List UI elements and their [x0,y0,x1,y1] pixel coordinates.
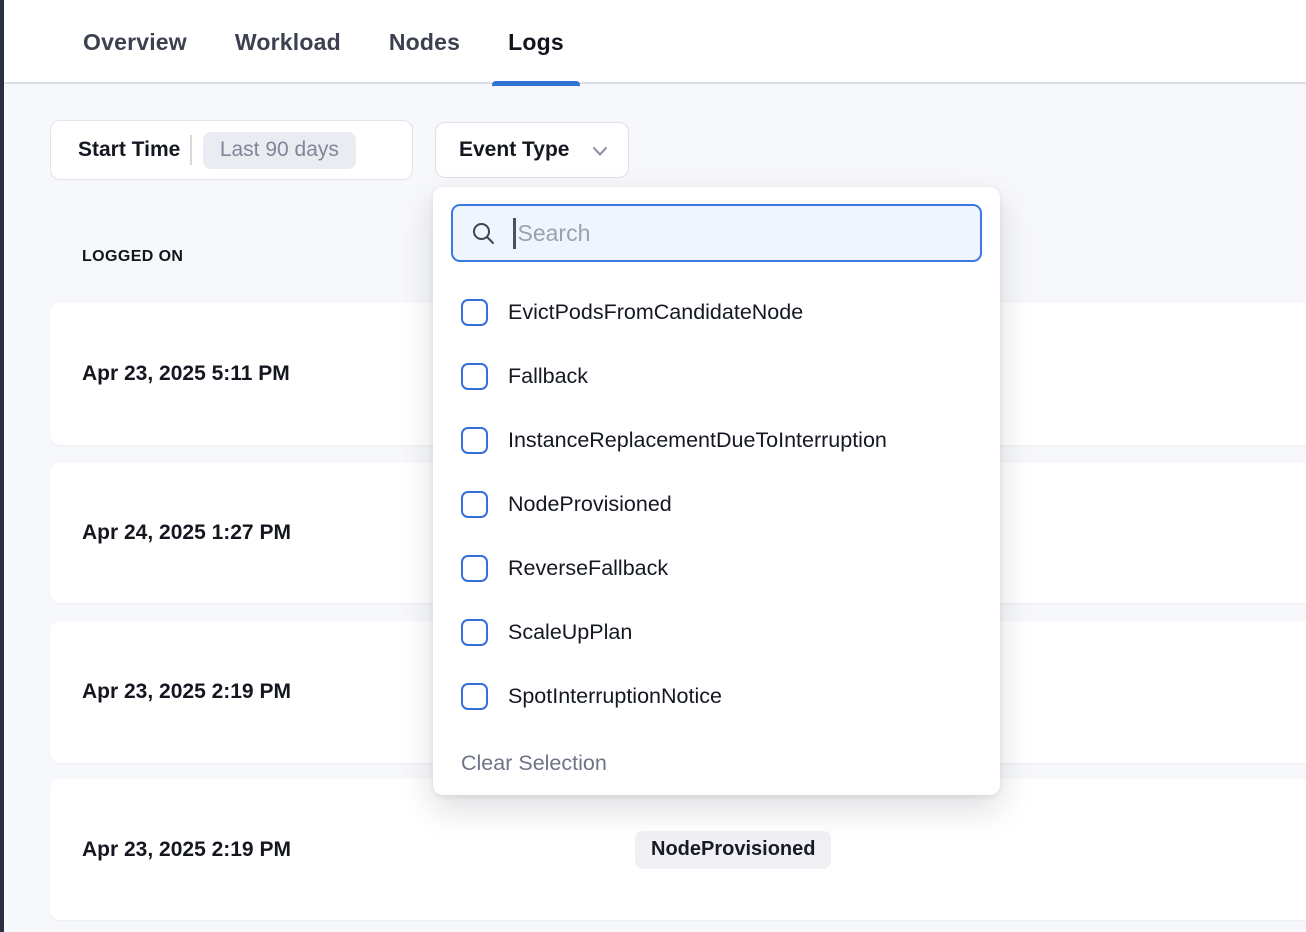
option-fallback[interactable]: Fallback [433,344,1000,408]
text-caret [513,218,516,249]
tab-workload[interactable]: Workload [235,0,341,84]
tab-nodes[interactable]: Nodes [389,0,460,84]
option-evictpodsfromcandidatenode[interactable]: EvictPodsFromCandidateNode [433,280,1000,344]
option-label: ScaleUpPlan [508,620,632,645]
checkbox-unchecked[interactable] [461,555,488,582]
start-time-filter-value[interactable]: Last 90 days [203,132,356,169]
option-label: NodeProvisioned [508,492,672,517]
option-scaleupplan[interactable]: ScaleUpPlan [433,600,1000,664]
option-label: InstanceReplacementDueToInterruption [508,428,887,453]
event-type-filter-label: Event Type [459,138,569,162]
tab-logs-label: Logs [508,29,564,56]
tab-nodes-label: Nodes [389,29,460,56]
option-instancereplacementduetointerruption[interactable]: InstanceReplacementDueToInterruption [433,408,1000,472]
log-row-timestamp: Apr 23, 2025 5:11 PM [82,362,290,386]
log-row-timestamp: Apr 23, 2025 2:19 PM [82,838,291,862]
tab-workload-label: Workload [235,29,341,56]
event-type-option-list: EvictPodsFromCandidateNode Fallback Inst… [433,280,1000,728]
active-tab-indicator [492,81,580,86]
checkbox-unchecked[interactable] [461,363,488,390]
checkbox-unchecked[interactable] [461,491,488,518]
tab-overview-label: Overview [83,29,187,56]
option-spotinterruptionnotice[interactable]: SpotInterruptionNotice [433,664,1000,728]
search-input[interactable] [518,220,938,247]
chevron-down-icon [590,141,610,161]
option-label: ReverseFallback [508,556,668,581]
search-icon [470,220,497,247]
checkbox-unchecked[interactable] [461,619,488,646]
checkbox-unchecked[interactable] [461,299,488,326]
dropdown-search-field[interactable] [451,204,982,262]
checkbox-unchecked[interactable] [461,683,488,710]
tab-logs[interactable]: Logs [508,0,564,84]
log-row[interactable]: Apr 23, 2025 2:19 PM NodeProvisioned [50,779,1306,920]
app-window-edge [0,0,4,932]
option-reversefallback[interactable]: ReverseFallback [433,536,1000,600]
start-time-filter[interactable]: Start Time Last 90 days [50,120,413,180]
option-nodeprovisioned[interactable]: NodeProvisioned [433,472,1000,536]
log-row-timestamp: Apr 24, 2025 1:27 PM [82,521,291,545]
tab-bar: Overview Workload Nodes Logs [4,0,1306,84]
column-header-logged-on: LOGGED ON [82,248,183,266]
option-label: EvictPodsFromCandidateNode [508,300,803,325]
option-label: Fallback [508,364,588,389]
start-time-filter-label: Start Time [78,138,180,162]
event-type-filter-button[interactable]: Event Type [435,122,629,178]
filter-divider [190,135,192,165]
event-type-dropdown-panel: EvictPodsFromCandidateNode Fallback Inst… [433,187,1000,795]
checkbox-unchecked[interactable] [461,427,488,454]
clear-selection-button[interactable]: Clear Selection [461,743,607,783]
log-row-timestamp: Apr 23, 2025 2:19 PM [82,680,291,704]
option-label: SpotInterruptionNotice [508,684,722,709]
tab-overview[interactable]: Overview [83,0,187,84]
event-type-badge: NodeProvisioned [635,831,831,869]
